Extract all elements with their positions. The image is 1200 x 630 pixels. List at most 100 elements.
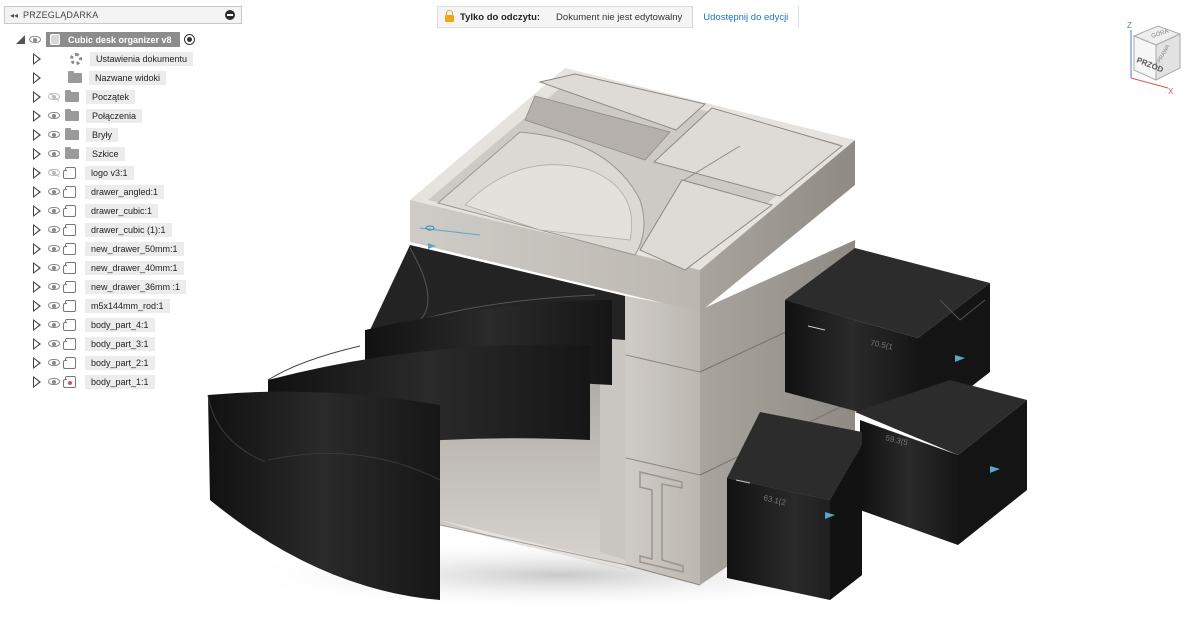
expand-triangle-icon[interactable] bbox=[33, 147, 41, 160]
expand-triangle-icon[interactable] bbox=[33, 223, 41, 236]
eye-icon[interactable] bbox=[48, 207, 60, 214]
lock-icon bbox=[445, 10, 454, 22]
tree-item-label: new_drawer_36mm :1 bbox=[85, 279, 187, 294]
x-axis-line bbox=[1130, 77, 1169, 89]
tree-item-label: new_drawer_40mm:1 bbox=[85, 260, 184, 275]
component-icon bbox=[63, 280, 76, 293]
eye-icon[interactable] bbox=[48, 264, 60, 271]
minimize-icon[interactable] bbox=[225, 10, 235, 20]
readonly-banner: Tylko do odczytu: Dokument nie jest edyt… bbox=[437, 6, 800, 28]
tree-item-body-part-1[interactable]: body_part_1:1 bbox=[30, 373, 155, 390]
expand-triangle-icon[interactable] bbox=[33, 71, 41, 84]
eye-icon[interactable] bbox=[48, 340, 60, 347]
tree-item-label: Początek bbox=[86, 89, 136, 104]
eye-icon[interactable] bbox=[48, 188, 60, 195]
tree-item-body-part-3[interactable]: body_part_3:1 bbox=[30, 335, 155, 352]
eye-icon[interactable] bbox=[48, 321, 60, 328]
tree-item-origin[interactable]: Początek bbox=[30, 88, 136, 105]
tree-item-named-views[interactable]: Nazwane widoki bbox=[30, 69, 167, 86]
tree-item-body-part-2[interactable]: body_part_2:1 bbox=[30, 354, 155, 371]
tree-item-joints[interactable]: Połączenia bbox=[30, 107, 143, 124]
expand-triangle-icon[interactable] bbox=[33, 52, 41, 65]
collapse-panel-icon[interactable]: ◂◂ bbox=[5, 11, 23, 20]
browser-title: PRZEGLĄDARKA bbox=[23, 10, 99, 20]
folder-icon bbox=[65, 146, 79, 159]
tree-item-rod[interactable]: m5x144mm_rod:1 bbox=[30, 297, 170, 314]
tree-item-new-drawer-40mm[interactable]: new_drawer_40mm:1 bbox=[30, 259, 184, 276]
tree-item-sketches[interactable]: Szkice bbox=[30, 145, 125, 162]
eye-icon[interactable] bbox=[48, 131, 60, 138]
expand-triangle-icon[interactable] bbox=[33, 261, 41, 274]
eye-hidden-icon[interactable] bbox=[48, 169, 60, 176]
eye-icon[interactable] bbox=[48, 112, 60, 119]
expand-triangle-icon[interactable] bbox=[33, 356, 41, 369]
tree-item-label: body_part_4:1 bbox=[85, 317, 155, 332]
eye-hidden-icon[interactable] bbox=[48, 93, 60, 100]
root-component[interactable]: Cubic desk organizer v8 bbox=[46, 32, 180, 47]
body-front-pillar bbox=[626, 296, 700, 585]
expand-triangle-icon[interactable] bbox=[33, 242, 41, 255]
component-icon bbox=[63, 204, 76, 217]
tree-item-label: drawer_cubic (1):1 bbox=[85, 222, 172, 237]
component-icon bbox=[63, 166, 76, 179]
readonly-title: Tylko do odczytu: bbox=[460, 11, 541, 23]
expand-triangle-icon[interactable] bbox=[33, 204, 41, 217]
expand-triangle-icon[interactable] bbox=[33, 90, 41, 103]
x-axis-label: X bbox=[1168, 87, 1174, 96]
eye-icon[interactable] bbox=[48, 378, 60, 385]
folder-icon bbox=[65, 108, 79, 121]
tree-item-label: Bryły bbox=[86, 127, 118, 142]
expand-triangle-icon[interactable] bbox=[33, 280, 41, 293]
component-icon bbox=[63, 318, 76, 331]
activate-radio-icon[interactable] bbox=[183, 34, 195, 45]
eye-icon[interactable] bbox=[48, 359, 60, 366]
eye-icon[interactable] bbox=[48, 150, 60, 157]
component-icon bbox=[63, 261, 76, 274]
tree-item-label: body_part_1:1 bbox=[85, 374, 155, 389]
viewcube[interactable]: Z X GÓRA PRZÓD PRAWA bbox=[1118, 18, 1198, 98]
tree-item-label: Połączenia bbox=[86, 108, 143, 123]
tree-item-new-drawer-50mm[interactable]: new_drawer_50mm:1 bbox=[30, 240, 184, 257]
expand-triangle-icon[interactable] bbox=[33, 375, 41, 388]
z-axis-label: Z bbox=[1127, 21, 1132, 30]
tree-item-drawer-angled[interactable]: drawer_angled:1 bbox=[30, 183, 165, 200]
readonly-message: Dokument nie jest edytowalny bbox=[556, 11, 683, 23]
folder-icon bbox=[65, 127, 79, 140]
tree-root[interactable]: Cubic desk organizer v8 bbox=[16, 31, 195, 48]
component-icon bbox=[63, 356, 76, 369]
eye-icon[interactable] bbox=[48, 302, 60, 309]
tree-item-drawer-cubic-1[interactable]: drawer_cubic (1):1 bbox=[30, 221, 172, 238]
expand-triangle-icon[interactable] bbox=[16, 35, 25, 44]
eye-icon[interactable] bbox=[48, 245, 60, 252]
model-viewport[interactable]: 70.5(1 59.3(5 63.1(2 bbox=[0, 0, 1200, 630]
expand-triangle-icon[interactable] bbox=[33, 128, 41, 141]
model-canvas[interactable]: 70.5(1 59.3(5 63.1(2 bbox=[0, 0, 1200, 630]
eye-icon[interactable] bbox=[48, 226, 60, 233]
folder-icon bbox=[65, 89, 79, 102]
browser-header: ◂◂ PRZEGLĄDARKA bbox=[4, 6, 242, 24]
tree-item-label: drawer_cubic:1 bbox=[85, 203, 159, 218]
tree-item-bodies[interactable]: Bryły bbox=[30, 126, 118, 143]
expand-triangle-icon[interactable] bbox=[33, 185, 41, 198]
expand-triangle-icon[interactable] bbox=[33, 299, 41, 312]
tree-item-drawer-cubic[interactable]: drawer_cubic:1 bbox=[30, 202, 159, 219]
tree-item-new-drawer-36mm[interactable]: new_drawer_36mm :1 bbox=[30, 278, 187, 295]
tree-item-label: drawer_angled:1 bbox=[85, 184, 165, 199]
folder-icon bbox=[68, 70, 82, 83]
expand-triangle-icon[interactable] bbox=[33, 166, 41, 179]
eye-icon[interactable] bbox=[48, 283, 60, 290]
tree-item-logo[interactable]: logo v3:1 bbox=[30, 164, 134, 181]
component-icon bbox=[50, 34, 60, 45]
tree-item-body-part-4[interactable]: body_part_4:1 bbox=[30, 316, 155, 333]
component-icon bbox=[63, 185, 76, 198]
eye-icon[interactable] bbox=[29, 36, 41, 43]
tree-item-label: body_part_2:1 bbox=[85, 355, 155, 370]
component-icon bbox=[63, 242, 76, 255]
tree-item-label: new_drawer_50mm:1 bbox=[85, 241, 184, 256]
share-for-editing-button[interactable]: Udostępnij do edycji bbox=[692, 6, 799, 28]
expand-triangle-icon[interactable] bbox=[33, 337, 41, 350]
expand-triangle-icon[interactable] bbox=[33, 318, 41, 331]
tree-item-label: logo v3:1 bbox=[85, 165, 134, 180]
expand-triangle-icon[interactable] bbox=[33, 109, 41, 122]
tree-item-document-settings[interactable]: Ustawienia dokumentu bbox=[30, 50, 194, 67]
